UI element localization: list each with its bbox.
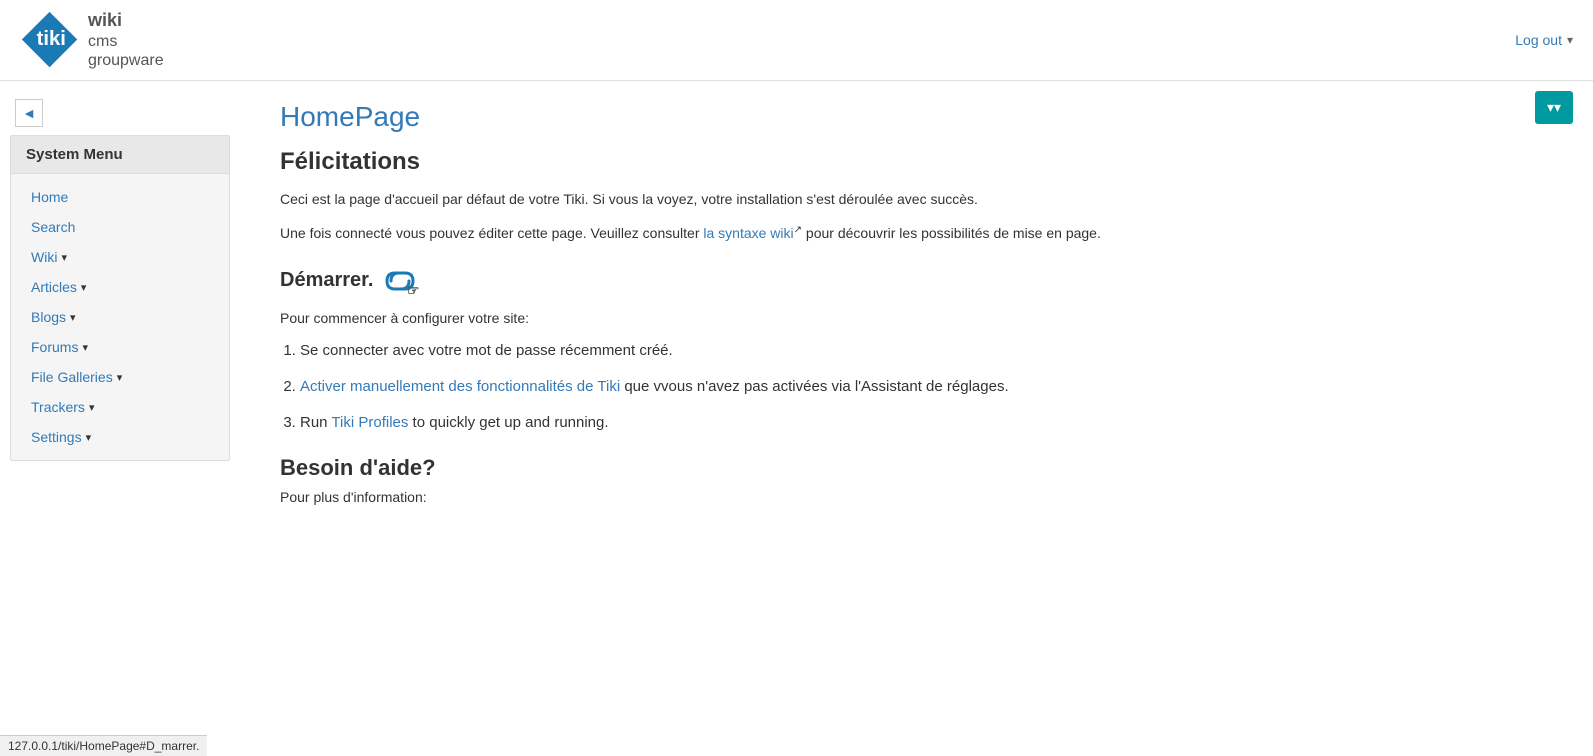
menu-item-label: Blogs: [31, 309, 66, 325]
sidebar-item-home[interactable]: Home: [11, 182, 229, 212]
menu-arrow-icon: ▾: [89, 401, 95, 414]
chain-link-icon: ☞: [381, 265, 419, 297]
menu-item-label: Forums: [31, 339, 78, 355]
intro-text-1: Ceci est la page d'accueil par défaut de…: [280, 188, 1553, 210]
list-item-1-text: Se connecter avec votre mot de passe réc…: [300, 342, 673, 359]
svg-text:®: ®: [64, 19, 71, 29]
logo-wiki: wiki: [88, 10, 164, 32]
logout-dropdown-arrow: ▾: [1567, 33, 1573, 47]
menu-arrow-icon: ▾: [70, 311, 76, 324]
menu-arrow-icon: ▾: [117, 371, 123, 384]
section2-para: Pour commencer à configurer votre site:: [280, 307, 1553, 329]
float-action-button[interactable]: ▾▾: [1535, 91, 1573, 124]
menu-item-label: Trackers: [31, 399, 85, 415]
menu-arrow-icon: ▾: [81, 281, 87, 294]
status-url: 127.0.0.1/tiki/HomePage#D_marrer.: [8, 739, 199, 753]
sidebar-item-blogs[interactable]: Blogs ▾: [11, 302, 229, 332]
sidebar-item-search[interactable]: Search: [11, 212, 229, 242]
syntaxe-wiki-link[interactable]: la syntaxe wiki: [703, 225, 793, 241]
sidebar-item-file-galleries[interactable]: File Galleries ▾: [11, 362, 229, 392]
svg-text:☞: ☞: [407, 282, 419, 297]
section2-title: Démarrer. ☞: [280, 265, 1553, 297]
list-item-3-after: to quickly get up and running.: [408, 414, 608, 431]
list-item-3-before: Run: [300, 414, 331, 431]
section3-para: Pour plus d'information:: [280, 489, 1553, 505]
steps-list: Se connecter avec votre mot de passe réc…: [300, 339, 1553, 435]
menu-item-label: Articles: [31, 279, 77, 295]
sidebar-item-settings[interactable]: Settings ▾: [11, 422, 229, 452]
page-title: HomePage: [280, 101, 1553, 133]
demarrer-label: Démarrer.: [280, 269, 373, 292]
logout-label: Log out: [1515, 32, 1562, 48]
svg-text:tiki: tiki: [37, 28, 66, 50]
list-item-1: Se connecter avec votre mot de passe réc…: [300, 339, 1553, 363]
menu-item-label: Search: [31, 219, 75, 235]
section1-title: Félicitations: [280, 148, 1553, 176]
logo-cms: cms: [88, 32, 164, 51]
header: tiki ® wiki cms groupware Log out ▾: [0, 0, 1593, 81]
sidebar-item-articles[interactable]: Articles ▾: [11, 272, 229, 302]
menu-arrow-icon: ▾: [82, 341, 88, 354]
logo-text: wiki cms groupware: [88, 10, 164, 70]
menu-arrow-icon: ▾: [61, 251, 67, 264]
logout-button[interactable]: Log out ▾: [1515, 32, 1573, 48]
system-menu-title: System Menu: [11, 136, 229, 174]
system-menu-items: HomeSearchWiki▾Articles▾Blogs▾Forums▾Fil…: [11, 174, 229, 460]
menu-item-label: File Galleries: [31, 369, 113, 385]
section3-title: Besoin d'aide?: [280, 455, 1553, 481]
external-link-icon: ↗: [794, 225, 802, 236]
menu-item-label: Wiki: [31, 249, 57, 265]
activer-link[interactable]: Activer manuellement des fonctionnalités…: [300, 378, 620, 395]
sidebar-item-forums[interactable]: Forums ▾: [11, 332, 229, 362]
system-menu: System Menu HomeSearchWiki▾Articles▾Blog…: [10, 135, 230, 461]
sidebar-item-wiki[interactable]: Wiki ▾: [11, 242, 229, 272]
logo-groupware: groupware: [88, 51, 164, 70]
tiki-profiles-link[interactable]: Tiki Profiles: [331, 414, 408, 431]
menu-item-label: Settings: [31, 429, 82, 445]
main-content: ▾▾ HomePage Félicitations Ceci est la pa…: [240, 81, 1593, 737]
sidebar-collapse-button[interactable]: ◄: [15, 99, 43, 127]
list-item-2: Activer manuellement des fonctionnalités…: [300, 375, 1553, 399]
list-item-3: Run Tiki Profiles to quickly get up and …: [300, 411, 1553, 435]
sidebar: ◄ System Menu HomeSearchWiki▾Articles▾Bl…: [0, 81, 240, 737]
intro2-after: pour découvrir les possibilités de mise …: [802, 225, 1101, 241]
status-bar: 127.0.0.1/tiki/HomePage#D_marrer.: [0, 735, 207, 756]
sidebar-item-trackers[interactable]: Trackers ▾: [11, 392, 229, 422]
menu-item-label: Home: [31, 189, 68, 205]
list-item-2-text: que vvous n'avez pas activées via l'Assi…: [620, 378, 1008, 395]
intro2-before: Une fois connecté vous pouvez éditer cet…: [280, 225, 703, 241]
layout: ◄ System Menu HomeSearchWiki▾Articles▾Bl…: [0, 81, 1593, 737]
menu-arrow-icon: ▾: [86, 431, 92, 444]
intro-text-2: Une fois connecté vous pouvez éditer cet…: [280, 222, 1553, 244]
logo-area: tiki ® wiki cms groupware: [20, 10, 164, 70]
tiki-logo-icon: tiki ®: [20, 10, 80, 70]
